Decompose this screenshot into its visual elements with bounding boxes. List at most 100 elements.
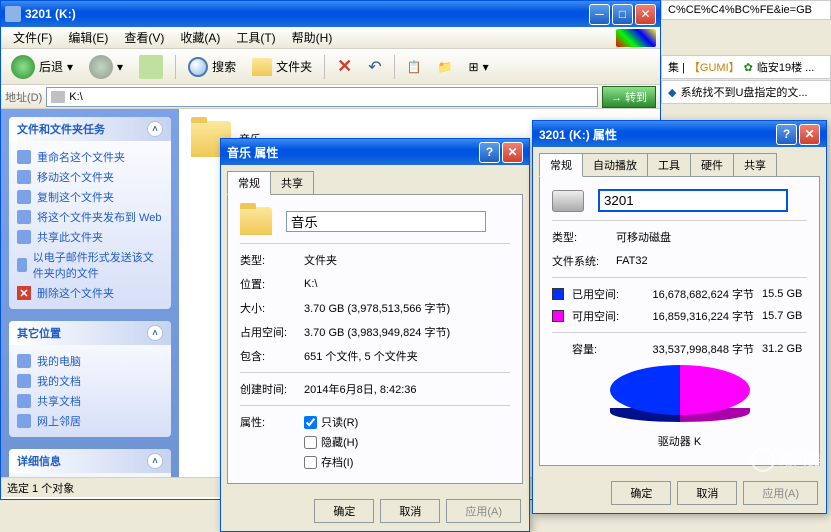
go-button[interactable]: → 转到 <box>602 86 656 108</box>
capacity-row: 容量: 33,537,998,848 字节 31.2 GB <box>552 341 807 357</box>
prop-size: 3.70 GB (3,978,513,566 字节) <box>304 300 510 316</box>
drive-label: 驱动器 K <box>552 433 807 449</box>
undo-button[interactable]: ↶ <box>362 55 387 79</box>
views-button[interactable]: ⊞ ▾ <box>463 58 495 76</box>
close-button[interactable]: ✕ <box>799 124 820 145</box>
delete-icon: ✕ <box>337 56 352 77</box>
move-icon: 📁 <box>438 60 453 74</box>
ok-button[interactable]: 确定 <box>611 481 671 505</box>
sidebar-task-share[interactable]: 共享此文件夹 <box>17 227 163 247</box>
move-button[interactable]: 📁 <box>432 58 459 76</box>
maximize-button[interactable]: □ <box>612 4 633 25</box>
tab-tools[interactable]: 工具 <box>647 153 691 177</box>
menu-favorites[interactable]: 收藏(A) <box>172 27 228 48</box>
menu-help[interactable]: 帮助(H) <box>284 27 341 48</box>
sidebar-task-delete[interactable]: ✕删除这个文件夹 <box>17 283 163 303</box>
search-button[interactable]: 搜索 <box>182 55 242 79</box>
sidebar-task-rename[interactable]: 重命名这个文件夹 <box>17 147 163 167</box>
address-input[interactable]: K:\ <box>46 87 598 107</box>
prop-filesystem: FAT32 <box>616 255 807 267</box>
share-icon <box>17 230 31 244</box>
forward-icon <box>89 55 113 79</box>
archive-checkbox[interactable] <box>304 456 317 469</box>
details-header[interactable]: 详细信息˄ <box>9 449 171 473</box>
drive-name-input[interactable] <box>598 189 788 212</box>
tab-hardware[interactable]: 硬件 <box>690 153 734 177</box>
menu-file[interactable]: 文件(F) <box>5 27 60 48</box>
prop-contains: 651 个文件, 5 个文件夹 <box>304 348 510 364</box>
help-button[interactable]: ? <box>776 124 797 145</box>
back-button[interactable]: 后退 ▾ <box>5 53 79 81</box>
tab-share[interactable]: 共享 <box>733 153 777 177</box>
folders-button[interactable]: 文件夹 <box>246 56 318 78</box>
computer-icon <box>17 354 31 368</box>
browser-link-1[interactable]: 集 | 【GUMI】 ✿ 临安19楼 ... <box>661 55 831 79</box>
windows-logo-icon <box>616 29 656 47</box>
rename-icon <box>17 150 31 164</box>
sidebar-task-copy[interactable]: 复制这个文件夹 <box>17 187 163 207</box>
pie-chart <box>610 365 750 425</box>
menu-bar: 文件(F) 编辑(E) 查看(V) 收藏(A) 工具(T) 帮助(H) <box>1 27 660 49</box>
move-icon <box>17 170 31 184</box>
window-title: 3201 (K:) <box>25 7 589 21</box>
tasks-panel: 文件和文件夹任务˄ 重命名这个文件夹 移动这个文件夹 复制这个文件夹 将这个文件… <box>9 117 171 309</box>
chevron-up-icon: ˄ <box>147 325 163 341</box>
folder-name-input[interactable] <box>286 211 486 232</box>
up-button[interactable] <box>133 53 169 81</box>
cancel-button[interactable]: 取消 <box>677 481 737 505</box>
copy-button[interactable]: 📋 <box>401 58 428 76</box>
web-icon <box>17 210 31 224</box>
back-icon <box>11 55 35 79</box>
folder-icon <box>252 58 272 76</box>
menu-tools[interactable]: 工具(T) <box>228 27 283 48</box>
readonly-checkbox[interactable] <box>304 416 317 429</box>
title-bar: 3201 (K:) ─ □ ✕ <box>1 1 660 27</box>
search-icon <box>188 57 208 77</box>
chevron-up-icon: ˄ <box>147 453 163 469</box>
sidebar-shared-docs[interactable]: 共享文档 <box>17 391 163 411</box>
drive-icon <box>552 190 584 212</box>
cancel-button[interactable]: 取消 <box>380 499 440 523</box>
ok-button[interactable]: 确定 <box>314 499 374 523</box>
folder-icon <box>240 207 272 235</box>
menu-view[interactable]: 查看(V) <box>116 27 172 48</box>
sidebar-my-computer[interactable]: 我的电脑 <box>17 351 163 371</box>
help-button[interactable]: ? <box>479 142 500 163</box>
sidebar-network[interactable]: 网上邻居 <box>17 411 163 431</box>
free-space-row: 可用空间: 16,859,316,224 字节 15.7 GB <box>552 308 807 324</box>
browser-link-2[interactable]: ◆ 系统找不到U盘指定的文... <box>661 80 831 104</box>
tab-share[interactable]: 共享 <box>270 171 314 195</box>
dialog-title-bar: 音乐 属性 ? ✕ <box>221 139 529 165</box>
favicon-icon: ◆ <box>668 86 676 99</box>
close-button[interactable]: ✕ <box>635 4 656 25</box>
router-icon <box>751 448 775 472</box>
tab-autoplay[interactable]: 自动播放 <box>582 153 648 177</box>
copy-icon: 📋 <box>407 60 422 74</box>
sidebar-task-publish[interactable]: 将这个文件夹发布到 Web <box>17 207 163 227</box>
tab-general[interactable]: 常规 <box>539 153 583 177</box>
shared-icon <box>17 394 31 408</box>
menu-edit[interactable]: 编辑(E) <box>60 27 116 48</box>
tab-general[interactable]: 常规 <box>227 171 271 195</box>
tasks-header[interactable]: 文件和文件夹任务˄ <box>9 117 171 141</box>
sidebar-my-documents[interactable]: 我的文档 <box>17 371 163 391</box>
hidden-checkbox[interactable] <box>304 436 317 449</box>
documents-icon <box>17 374 31 388</box>
other-header[interactable]: 其它位置˄ <box>9 321 171 345</box>
delete-button[interactable]: ✕ <box>331 54 358 79</box>
sidebar-task-move[interactable]: 移动这个文件夹 <box>17 167 163 187</box>
used-space-row: 已用空间: 16,678,682,624 字节 15.5 GB <box>552 286 807 302</box>
undo-icon: ↶ <box>368 57 381 77</box>
close-button[interactable]: ✕ <box>502 142 523 163</box>
forward-button[interactable]: ▾ <box>83 53 129 81</box>
address-label: 地址(D) <box>5 89 42 105</box>
favicon-icon: ✿ <box>744 61 753 74</box>
separator <box>175 55 176 79</box>
apply-button[interactable]: 应用(A) <box>446 499 521 523</box>
sidebar-task-email[interactable]: 以电子邮件形式发送该文件夹内的文件 <box>17 247 163 283</box>
apply-button[interactable]: 应用(A) <box>743 481 818 505</box>
chevron-up-icon: ˄ <box>147 121 163 137</box>
minimize-button[interactable]: ─ <box>589 4 610 25</box>
watermark: 路由器 <box>751 448 821 472</box>
email-icon <box>17 258 27 272</box>
